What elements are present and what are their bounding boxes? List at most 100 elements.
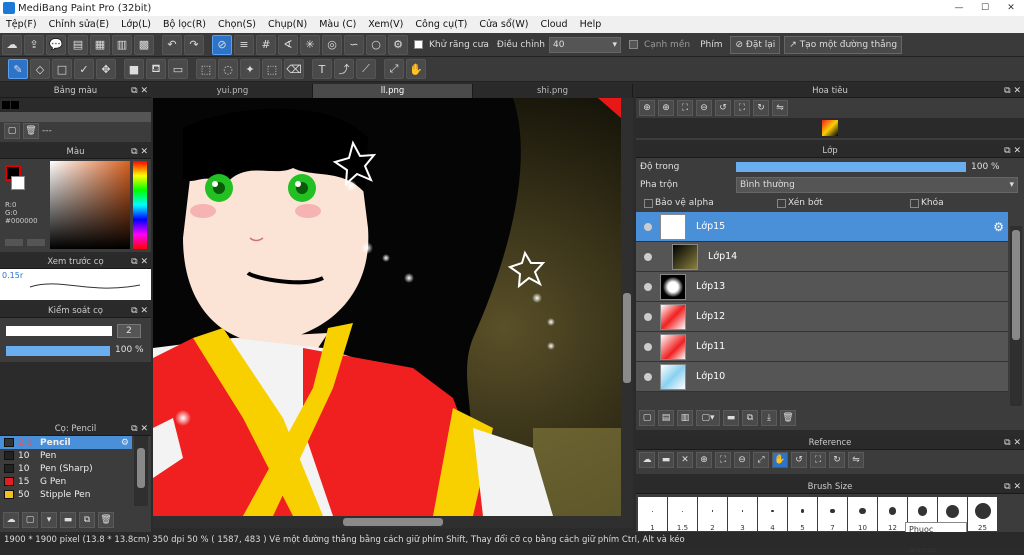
book-icon[interactable]: ▥ <box>112 34 132 55</box>
settings-icon[interactable]: ⚙ <box>388 34 408 55</box>
menu-edit[interactable]: Chỉnh sửa(E) <box>43 19 116 30</box>
cloud-upload-icon[interactable]: ☁ <box>639 452 655 468</box>
eye-icon[interactable] <box>644 282 652 291</box>
grid-snap-icon[interactable]: # <box>256 34 276 55</box>
circle-snap-icon[interactable]: ○ <box>366 34 386 55</box>
menu-layer[interactable]: Lớp(L) <box>115 19 157 30</box>
close-icon[interactable]: ⧉ ✕ <box>131 84 148 98</box>
menu-tools[interactable]: Công cụ(T) <box>409 19 473 30</box>
comment-icon[interactable]: 💬 <box>46 34 66 55</box>
scroll-thumb[interactable] <box>623 293 631 383</box>
delete-icon[interactable]: 🗑 <box>98 512 114 528</box>
color-mode-button[interactable] <box>5 239 23 246</box>
gradient-tool-icon[interactable]: ▭ <box>168 59 188 79</box>
radial-snap-icon[interactable]: ✳ <box>300 34 320 55</box>
eyedropper-icon[interactable]: ⤢ <box>384 59 404 79</box>
canvas-vertical-scrollbar[interactable] <box>621 98 633 516</box>
new-halftone-layer-icon[interactable]: ▤ <box>658 410 674 426</box>
check-tool-icon[interactable]: ✓ <box>74 59 94 79</box>
select-eraser-icon[interactable]: ⌫ <box>284 59 304 79</box>
scroll-thumb[interactable] <box>1012 230 1020 340</box>
scroll-thumb[interactable] <box>343 518 443 526</box>
swatch[interactable] <box>2 101 10 109</box>
swatch[interactable] <box>11 101 19 109</box>
brush-item[interactable]: 10 Pen <box>0 449 132 462</box>
zoom-in-2-icon[interactable]: ⊕ <box>658 100 674 116</box>
brush-item[interactable]: 15 G Pen <box>0 475 132 488</box>
select-rect-icon[interactable]: ⬚ <box>196 59 216 79</box>
brush-size-cell[interactable]: 10 <box>848 497 877 532</box>
eye-icon[interactable] <box>644 252 652 261</box>
new-page-icon[interactable]: ▢ <box>4 123 20 139</box>
brush-size-cell[interactable]: 7 <box>818 497 847 532</box>
brush-menu-icon[interactable]: ▾ <box>41 512 57 528</box>
brush-size-field[interactable]: 2 <box>117 324 141 338</box>
antialias-checkbox[interactable] <box>414 40 423 49</box>
rotate-left-icon[interactable]: ↺ <box>791 452 807 468</box>
zoom-out-icon[interactable]: ⊖ <box>734 452 750 468</box>
divide-tool-icon[interactable]: ⟋ <box>356 59 376 79</box>
rect-tool-icon[interactable]: □ <box>52 59 72 79</box>
delete-icon[interactable]: 🗑 <box>780 410 796 426</box>
layer-row[interactable]: Lớp15 ⚙ <box>636 212 1008 242</box>
layer-list-scrollbar[interactable] <box>1010 226 1022 406</box>
close-icon[interactable]: ⧉ ✕ <box>131 255 148 269</box>
brush-size-cell[interactable]: 1.5 <box>668 497 697 532</box>
brush-item[interactable]: 2.0 Pencil ⚙ <box>0 436 132 449</box>
brush-tool-icon[interactable]: ✎ <box>8 59 28 79</box>
color-swap-button[interactable] <box>27 239 45 246</box>
concentric-snap-icon[interactable]: ◎ <box>322 34 342 55</box>
bucket-tool-icon[interactable]: ⛾ <box>146 59 166 79</box>
close-icon[interactable]: ⧉ ✕ <box>1004 84 1021 98</box>
lasso-icon[interactable]: ◌ <box>218 59 238 79</box>
brush-size-cell[interactable]: 2 <box>698 497 727 532</box>
close-icon[interactable]: ⧉ ✕ <box>131 422 148 436</box>
layer-row[interactable]: Lớp10 <box>636 362 1008 392</box>
tab-ll[interactable]: ll.png <box>313 84 473 98</box>
document-icon[interactable]: ▤ <box>68 34 88 55</box>
hue-slider[interactable] <box>133 161 147 249</box>
flip-icon[interactable]: ⇋ <box>848 452 864 468</box>
cloud-icon[interactable]: ☁ <box>2 34 22 55</box>
select-pen-icon[interactable]: ⬚ <box>262 59 282 79</box>
gear-icon[interactable]: ⚙ <box>993 220 1004 234</box>
merge-down-icon[interactable]: ⤓ <box>761 410 777 426</box>
hand-icon[interactable]: ✋ <box>406 59 426 79</box>
share-icon[interactable]: ⇪ <box>24 34 44 55</box>
protect-alpha-checkbox[interactable] <box>644 198 653 208</box>
menu-file[interactable]: Tệp(F) <box>0 19 43 30</box>
layer-opacity-slider[interactable] <box>736 162 966 172</box>
close-icon[interactable]: ⧉ ✕ <box>1004 480 1021 494</box>
fill-rect-tool-icon[interactable]: ■ <box>124 59 144 79</box>
eyedropper-icon[interactable]: ⤢ <box>753 452 769 468</box>
create-line-button[interactable]: ↗ Tạo một đường thẳng <box>784 35 903 54</box>
close-icon[interactable]: ✕ <box>1000 1 1022 14</box>
hand-icon[interactable]: ✋ <box>772 452 788 468</box>
clip-checkbox[interactable] <box>777 198 786 208</box>
brush-size-cell[interactable]: 3 <box>728 497 757 532</box>
brush-size-slider[interactable] <box>6 326 112 336</box>
rotate-right-icon[interactable]: ↻ <box>753 100 769 116</box>
edge-checkbox[interactable] <box>628 40 638 49</box>
rotate-left-icon[interactable]: ↺ <box>715 100 731 116</box>
operation-tool-icon[interactable]: ⤴ <box>334 59 354 79</box>
magic-wand-icon[interactable]: ✦ <box>240 59 260 79</box>
layer-add-menu-icon[interactable]: ▢▾ <box>696 410 720 426</box>
layer-row[interactable]: Lớp14 <box>636 242 1008 272</box>
cloud-brush-icon[interactable]: ☁ <box>3 512 19 528</box>
eye-icon[interactable] <box>644 222 652 231</box>
eye-icon[interactable] <box>644 372 652 381</box>
new-layer-icon[interactable]: ▢ <box>639 410 655 426</box>
menu-filter[interactable]: Bộ lọc(R) <box>157 19 212 30</box>
canvas-horizontal-scrollbar[interactable] <box>153 516 633 528</box>
flip-icon[interactable]: ⇋ <box>772 100 788 116</box>
brush-list-scrollbar[interactable] <box>134 436 148 506</box>
gear-icon[interactable]: ⚙ <box>121 438 129 448</box>
drawing-canvas[interactable] <box>153 98 621 516</box>
curve-snap-icon[interactable]: ∽ <box>344 34 364 55</box>
brush-size-cell[interactable]: 4 <box>758 497 787 532</box>
eraser-tool-icon[interactable]: ◇ <box>30 59 50 79</box>
move-tool-icon[interactable]: ✥ <box>96 59 116 79</box>
tab-yui[interactable]: yui.png <box>153 84 313 98</box>
redo-icon[interactable]: ↷ <box>184 34 204 55</box>
